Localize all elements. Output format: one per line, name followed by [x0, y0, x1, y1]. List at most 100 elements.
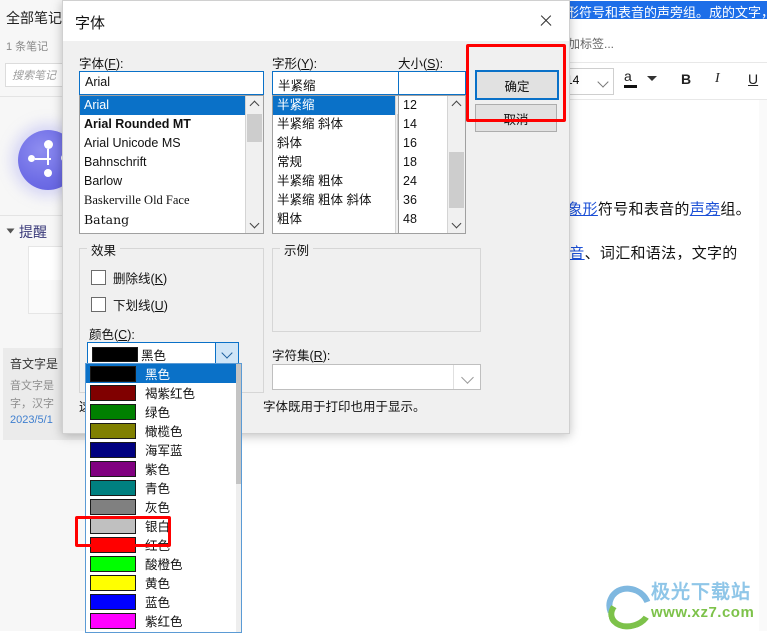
- font-name-list[interactable]: Arial Arial Rounded MT Arial Unicode MS Bah…: [79, 95, 264, 234]
- underline-button[interactable]: U: [748, 71, 758, 87]
- color-option-swatch: [90, 441, 136, 458]
- size-list-item[interactable]: 12: [399, 96, 447, 115]
- color-option[interactable]: 紫红色: [86, 611, 241, 630]
- charset-combobox[interactable]: [272, 364, 481, 390]
- font-list-item[interactable]: Bahnschrift: [80, 153, 245, 172]
- style-list-item[interactable]: 半紧缩 粗体 斜体: [273, 191, 395, 210]
- scroll-down-icon[interactable]: [448, 216, 465, 233]
- charset-label-post: ):: [322, 349, 331, 363]
- color-option-swatch: [90, 422, 136, 439]
- style-list-item[interactable]: 半紧缩 斜体: [273, 115, 395, 134]
- ok-button[interactable]: 确定: [475, 70, 559, 100]
- color-option[interactable]: 橄榄色: [86, 421, 241, 440]
- bold-button[interactable]: B: [681, 71, 691, 87]
- color-option-label: 水绿色: [145, 630, 183, 632]
- style-list-item[interactable]: 斜体: [273, 134, 395, 153]
- document-scrollbar[interactable]: [759, 100, 767, 631]
- color-option[interactable]: 红色: [86, 535, 241, 554]
- font-list-item[interactable]: Baskerville Old Face: [80, 191, 245, 210]
- color-option[interactable]: 褐紫红色: [86, 383, 241, 402]
- font-list-item[interactable]: Batang: [80, 210, 245, 229]
- close-icon[interactable]: [523, 1, 569, 41]
- font-style-list[interactable]: 半紧缩 半紧缩 斜体 斜体 常规 半紧缩 粗体 半紧缩 粗体 斜体 粗体: [272, 95, 414, 234]
- color-dropdown-rows: 黑色褐紫红色绿色橄榄色海军蓝紫色青色灰色银白红色酸橙色黄色蓝色紫红色水绿色白色: [86, 364, 241, 632]
- chevron-down-icon: [597, 76, 609, 88]
- color-dropdown-list[interactable]: 黑色褐紫红色绿色橄榄色海军蓝紫色青色灰色银白红色酸橙色黄色蓝色紫红色水绿色白色: [85, 363, 242, 633]
- color-option[interactable]: 海军蓝: [86, 440, 241, 459]
- color-option-label: 青色: [145, 482, 171, 496]
- font-list-item[interactable]: Barlow: [80, 172, 245, 191]
- color-option[interactable]: 黑色: [86, 364, 241, 383]
- size-list-item[interactable]: 18: [399, 153, 447, 172]
- color-option-label: 褐紫红色: [145, 387, 196, 401]
- document-link-xiangxing[interactable]: 象形: [567, 201, 598, 218]
- font-color-dropdown-arrow-icon[interactable]: [647, 76, 657, 81]
- color-option-label: 紫红色: [145, 615, 183, 629]
- sidebar-group-reminder[interactable]: 提醒: [6, 222, 47, 242]
- font-list-scroll-thumb[interactable]: [247, 114, 262, 142]
- charset-label-key: R: [313, 349, 323, 363]
- font-color-button[interactable]: a: [624, 68, 637, 88]
- watermark: 极光下载站 www.xz7.com: [599, 578, 762, 636]
- size-list-item[interactable]: 14: [399, 115, 447, 134]
- strikethrough-checkbox[interactable]: 删除线(K): [91, 268, 167, 287]
- color-option-label: 紫色: [145, 463, 171, 477]
- scroll-down-icon[interactable]: [246, 216, 263, 233]
- chevron-down-icon[interactable]: [453, 365, 480, 389]
- style-list-item[interactable]: 半紧缩 粗体: [273, 172, 395, 191]
- watermark-url: www.xz7.com: [651, 603, 755, 621]
- effects-group-label: 效果: [87, 240, 121, 259]
- color-option[interactable]: 青色: [86, 478, 241, 497]
- size-list-item[interactable]: 48: [399, 210, 447, 229]
- checkbox-box: [91, 297, 106, 312]
- color-option[interactable]: 绿色: [86, 402, 241, 421]
- cancel-button[interactable]: 取消: [475, 104, 557, 132]
- note-preview-line-1: 音文字是: [10, 380, 54, 392]
- font-name-value: Arial: [85, 75, 111, 89]
- size-list-item[interactable]: 16: [399, 134, 447, 153]
- color-option[interactable]: 紫色: [86, 459, 241, 478]
- color-option[interactable]: 黄色: [86, 573, 241, 592]
- scroll-up-icon[interactable]: [246, 96, 263, 113]
- font-style-input[interactable]: 半紧缩: [272, 71, 414, 95]
- size-list-item[interactable]: 36: [399, 191, 447, 210]
- color-option-label: 海军蓝: [145, 444, 183, 458]
- font-label-post: ):: [115, 57, 124, 71]
- color-option[interactable]: 蓝色: [86, 592, 241, 611]
- color-label: 颜色(C):: [89, 324, 135, 343]
- color-dropdown-scrollbar[interactable]: [236, 364, 241, 632]
- add-tag-button[interactable]: 加标签...: [568, 35, 614, 52]
- size-list-scrollbar[interactable]: [447, 96, 465, 233]
- style-list-item[interactable]: 粗体: [273, 210, 395, 229]
- color-option[interactable]: 灰色: [86, 497, 241, 516]
- color-option-swatch: [90, 365, 136, 382]
- note-date: 2023/5/1: [10, 414, 53, 426]
- color-option-label: 银白: [145, 520, 171, 534]
- document-highlighted-line: 形符号和表音的声旁组。成的文字，: [564, 1, 767, 20]
- chevron-down-icon[interactable]: [215, 343, 238, 365]
- font-size-list[interactable]: 12 14 16 18 24 36 48: [398, 95, 466, 234]
- font-list-scrollbar[interactable]: [245, 96, 263, 233]
- color-option[interactable]: 水绿色: [86, 630, 241, 632]
- font-list-item[interactable]: Arial Unicode MS: [80, 134, 245, 153]
- style-list-item[interactable]: 常规: [273, 153, 395, 172]
- font-list-item[interactable]: Arial Rounded MT: [80, 115, 245, 134]
- font-label-pre: 字体(: [79, 57, 109, 71]
- color-option[interactable]: 银白: [86, 516, 241, 535]
- font-size-input[interactable]: [398, 71, 466, 95]
- checkbox-box: [91, 270, 106, 285]
- size-list-scroll-thumb[interactable]: [449, 152, 464, 208]
- color-option-swatch: [90, 536, 136, 553]
- style-list-item[interactable]: 半紧缩: [273, 96, 395, 115]
- italic-button[interactable]: I: [715, 71, 720, 87]
- underline-checkbox[interactable]: 下划线(U): [91, 295, 168, 314]
- size-list-item[interactable]: 24: [399, 172, 447, 191]
- font-name-input[interactable]: Arial: [79, 71, 264, 95]
- font-list-item[interactable]: Arial: [80, 96, 245, 115]
- document-link-shengpang[interactable]: 声旁: [690, 201, 721, 218]
- scroll-up-icon[interactable]: [448, 96, 465, 113]
- size-label-pre: 大小(: [398, 57, 428, 71]
- style-list-rows: 半紧缩 半紧缩 斜体 斜体 常规 半紧缩 粗体 半紧缩 粗体 斜体 粗体: [273, 96, 395, 229]
- color-option[interactable]: 酸橙色: [86, 554, 241, 573]
- color-option-swatch: [90, 498, 136, 515]
